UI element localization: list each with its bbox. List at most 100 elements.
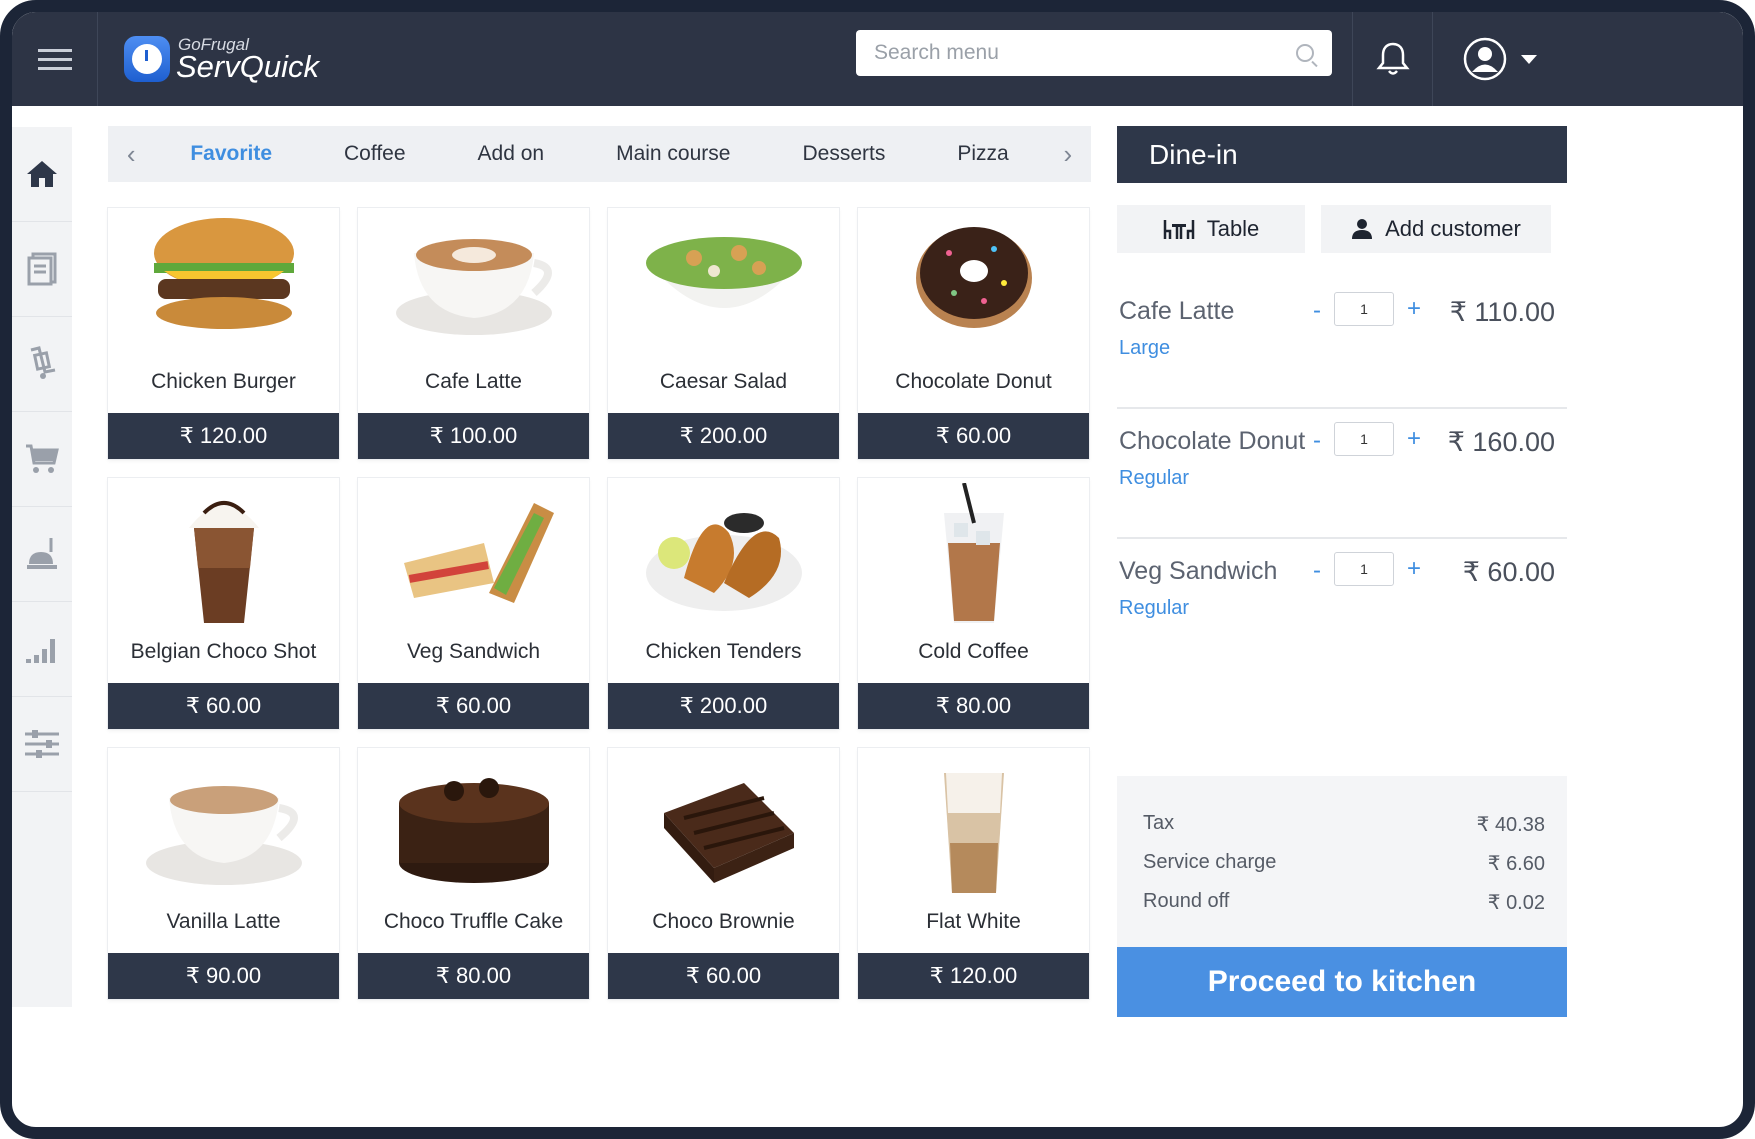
tab-favorite[interactable]: Favorite: [154, 142, 308, 166]
product-price[interactable]: ₹ 120.00: [108, 413, 339, 459]
search-input[interactable]: Search menu: [856, 30, 1332, 76]
product-price[interactable]: ₹ 200.00: [608, 413, 839, 459]
settings-sliders-icon: [25, 730, 59, 758]
select-table-button[interactable]: Table: [1117, 205, 1305, 253]
clock-logo-icon: [124, 36, 170, 82]
product-card[interactable]: Choco Brownie ₹ 60.00: [608, 748, 839, 999]
logo-title: ServQuick: [176, 49, 319, 84]
sidebar-item-settings[interactable]: [12, 697, 72, 792]
decrease-qty-button[interactable]: -: [1313, 297, 1321, 325]
product-price[interactable]: ₹ 60.00: [608, 953, 839, 999]
order-item-variant-link[interactable]: Regular: [1119, 597, 1189, 620]
product-card[interactable]: Chicken Burger ₹ 120.00: [108, 208, 339, 459]
order-type-title: Dine-in: [1117, 126, 1567, 183]
quantity-field[interactable]: 1: [1334, 422, 1394, 456]
product-card[interactable]: Chicken Tenders ₹ 200.00: [608, 478, 839, 729]
notifications-button[interactable]: [1352, 12, 1432, 106]
product-price[interactable]: ₹ 60.00: [108, 683, 339, 729]
summary-value: ₹ 6.60: [1487, 853, 1545, 875]
summary-row: Tax ₹ 40.38: [1143, 812, 1545, 851]
vanilla-latte-image: [108, 748, 339, 898]
quantity-field[interactable]: 1: [1334, 552, 1394, 586]
product-price[interactable]: ₹ 80.00: [358, 953, 589, 999]
product-card[interactable]: Caesar Salad ₹ 200.00: [608, 208, 839, 459]
donut-image: [858, 208, 1089, 358]
hamburger-icon: [37, 46, 72, 73]
product-card[interactable]: Veg Sandwich ₹ 60.00: [358, 478, 589, 729]
summary-label: Round off: [1143, 890, 1230, 912]
decrease-qty-button[interactable]: -: [1313, 427, 1321, 455]
sidebar-item-billing[interactable]: [12, 317, 72, 412]
product-name: Choco Brownie: [652, 910, 795, 933]
top-bar: GoFrugal ServQuick Search menu: [12, 12, 1743, 106]
user-avatar-icon: [1463, 37, 1507, 81]
summary-row: Service charge ₹ 6.60: [1143, 851, 1545, 890]
product-card[interactable]: Belgian Choco Shot ₹ 60.00: [108, 478, 339, 729]
app-frame: GoFrugal ServQuick Search menu ‹ Favorit…: [0, 0, 1755, 1139]
decrease-qty-button[interactable]: -: [1313, 557, 1321, 585]
product-card[interactable]: Cafe Latte ₹ 100.00: [358, 208, 589, 459]
product-name: Chicken Tenders: [645, 640, 802, 663]
product-price[interactable]: ₹ 80.00: [858, 683, 1089, 729]
hamburger-menu-button[interactable]: [12, 12, 98, 106]
product-price[interactable]: ₹ 60.00: [858, 413, 1089, 459]
sidebar-item-orders[interactable]: [12, 222, 72, 317]
tenders-image: [608, 478, 839, 628]
product-card[interactable]: Chocolate Donut ₹ 60.00: [858, 208, 1089, 459]
order-item-price: ₹ 110.00: [1449, 297, 1555, 327]
product-name: Chicken Burger: [151, 370, 296, 393]
product-card[interactable]: Flat White ₹ 120.00: [858, 748, 1089, 999]
flat-white-image: [858, 748, 1089, 898]
search-icon[interactable]: [1296, 44, 1314, 62]
order-item-variant-link[interactable]: Large: [1119, 337, 1170, 360]
cake-image: [358, 748, 589, 898]
category-tab-list: Favorite Coffee Add on Main course Desserts P…: [154, 142, 1044, 166]
tabs-next-button[interactable]: ›: [1045, 139, 1091, 170]
quantity-field[interactable]: 1: [1334, 292, 1394, 326]
sandwich-image: [358, 478, 589, 628]
order-item-row: Cafe Latte Large -1 + ₹ 110.00: [1117, 279, 1567, 409]
product-name: Chocolate Donut: [895, 370, 1052, 393]
choco-shot-image: [108, 478, 339, 628]
product-card[interactable]: Choco Truffle Cake ₹ 80.00: [358, 748, 589, 999]
sidebar-item-cart[interactable]: [12, 412, 72, 507]
product-price[interactable]: ₹ 200.00: [608, 683, 839, 729]
order-item-name: Chocolate Donut: [1119, 427, 1306, 455]
product-name: Veg Sandwich: [406, 640, 541, 663]
product-price[interactable]: ₹ 60.00: [358, 683, 589, 729]
summary-label: Tax: [1143, 812, 1175, 834]
increase-qty-button[interactable]: +: [1407, 555, 1421, 583]
order-item-variant-link[interactable]: Regular: [1119, 467, 1189, 490]
product-price[interactable]: ₹ 100.00: [358, 413, 589, 459]
product-price[interactable]: ₹ 90.00: [108, 953, 339, 999]
sidebar-item-reports[interactable]: [12, 602, 72, 697]
add-customer-button[interactable]: Add customer: [1321, 205, 1551, 253]
product-name: Flat White: [926, 910, 1021, 933]
product-name: Vanilla Latte: [166, 910, 281, 933]
chevron-down-icon: [1521, 54, 1537, 64]
product-name: Cold Coffee: [918, 640, 1029, 663]
tab-coffee[interactable]: Coffee: [308, 142, 442, 166]
reports-icon: [26, 639, 55, 663]
proceed-to-kitchen-button[interactable]: Proceed to kitchen: [1117, 947, 1567, 1017]
product-price[interactable]: ₹ 120.00: [858, 953, 1089, 999]
tab-desserts[interactable]: Desserts: [766, 142, 921, 166]
search-placeholder: Search menu: [874, 41, 999, 64]
order-panel: Dine-in Table Add customer Cafe Latte La…: [1117, 126, 1567, 1017]
tab-pizza[interactable]: Pizza: [921, 142, 1044, 166]
sidebar-item-kitchen[interactable]: [12, 507, 72, 602]
summary-row: Round off ₹ 0.02: [1143, 890, 1545, 929]
cold-coffee-image: [858, 478, 1089, 628]
product-card[interactable]: Cold Coffee ₹ 80.00: [858, 478, 1089, 729]
tab-main-course[interactable]: Main course: [580, 142, 766, 166]
tabs-prev-button[interactable]: ‹: [108, 139, 154, 170]
increase-qty-button[interactable]: +: [1407, 295, 1421, 323]
increase-qty-button[interactable]: +: [1407, 425, 1421, 453]
summary-value: ₹ 0.02: [1487, 892, 1545, 914]
tab-add-on[interactable]: Add on: [442, 142, 581, 166]
sidebar-item-home[interactable]: [12, 127, 72, 222]
person-icon: [1352, 219, 1373, 239]
user-menu-button[interactable]: [1432, 12, 1567, 106]
product-card[interactable]: Vanilla Latte ₹ 90.00: [108, 748, 339, 999]
table-button-label: Table: [1206, 216, 1260, 241]
